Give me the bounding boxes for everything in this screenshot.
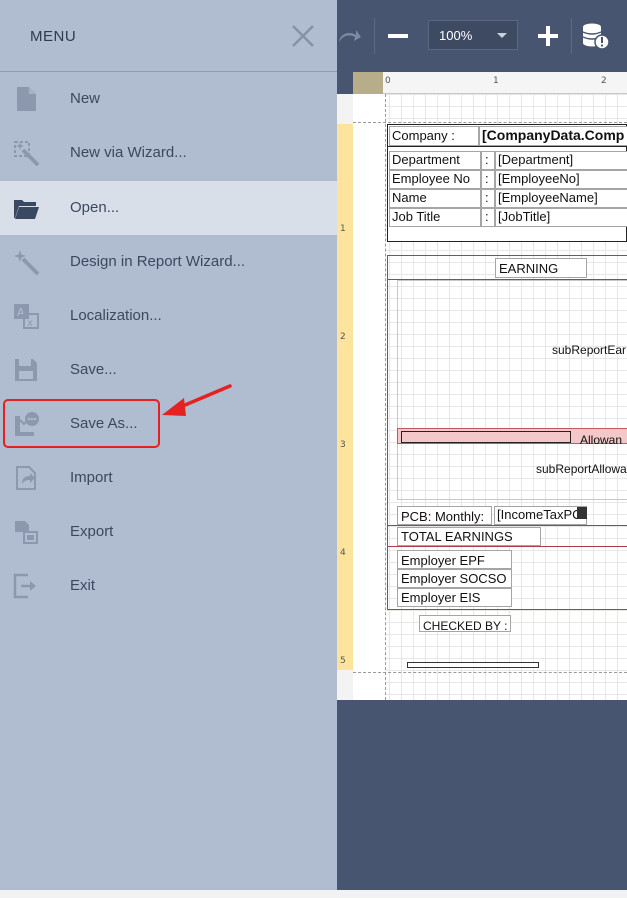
colon: :	[485, 190, 489, 205]
minus-icon	[388, 34, 408, 38]
close-icon	[292, 25, 314, 47]
menu-item-label: Exit	[70, 577, 96, 594]
menu-item-import[interactable]: Import	[0, 451, 337, 505]
name-value: [EmployeeName]	[498, 190, 598, 205]
band-divider	[387, 525, 627, 526]
job-title-value: [JobTitle]	[498, 209, 551, 224]
plus-icon	[538, 26, 558, 46]
localization-icon: A x	[14, 304, 39, 329]
company-label: Company :	[392, 128, 455, 143]
subreport-allowance: subReportAllowa	[536, 462, 627, 476]
employee-no-label: Employee No	[392, 171, 471, 186]
menu-item-label: New	[70, 90, 101, 107]
band-divider	[387, 546, 627, 547]
chevron-down-icon	[497, 33, 507, 38]
checked-by: CHECKED BY :	[423, 619, 508, 633]
zoom-out-button[interactable]	[382, 20, 414, 52]
menu-item-label: Import	[70, 469, 113, 486]
redo-icon	[339, 30, 361, 42]
allowance-header-cell[interactable]	[401, 431, 571, 443]
ruler-mark: 1	[493, 76, 499, 86]
toolbar-separator	[571, 18, 572, 54]
earning-title: EARNING	[499, 261, 559, 276]
menu-item-exit[interactable]: Exit	[0, 559, 337, 613]
colon: :	[485, 209, 489, 224]
menu-item-label: Localization...	[70, 307, 162, 324]
toolbar-separator	[374, 18, 375, 54]
zoom-value: 100%	[439, 28, 473, 43]
menu-item-new-via-wizard[interactable]: New via Wizard...	[0, 126, 337, 180]
field-tag-icon	[577, 507, 587, 519]
signature-line[interactable]	[407, 662, 539, 668]
menu-item-export[interactable]: Export	[0, 505, 337, 559]
employer-socso: Employer SOCSO	[401, 571, 507, 586]
data-source-button[interactable]	[580, 20, 612, 52]
margin-guide	[353, 672, 627, 673]
ruler-mark: 2	[601, 76, 607, 86]
magic-wand-icon	[14, 250, 40, 276]
employer-epf: Employer EPF	[401, 553, 485, 568]
menu-item-label: New via Wizard...	[70, 144, 187, 161]
ruler-mark: 0	[385, 76, 391, 86]
department-value: [Department]	[498, 152, 574, 167]
menu-item-label: Save...	[70, 361, 117, 378]
bottom-edge	[0, 890, 627, 898]
ruler-mark: 3	[340, 440, 346, 450]
menu-item-label: Export	[70, 523, 114, 540]
horizontal-ruler: 0 1 2	[383, 72, 627, 94]
menu-item-localization[interactable]: A x Localization...	[0, 289, 337, 343]
margin-guide	[353, 122, 627, 123]
close-menu-button[interactable]	[290, 23, 316, 49]
colon: :	[485, 152, 489, 167]
menu-item-design-in-report-wizard[interactable]: Design in Report Wizard...	[0, 235, 337, 289]
zoom-select[interactable]: 100%	[428, 20, 518, 50]
menu-item-new[interactable]: New	[0, 72, 337, 126]
total-earnings: TOTAL EARNINGS	[401, 529, 513, 544]
red-arrow-icon	[162, 384, 232, 416]
exit-icon	[13, 573, 36, 599]
zoom-in-button[interactable]	[532, 20, 564, 52]
ruler-mark: 5	[340, 656, 346, 666]
vertical-ruler-content-area	[337, 124, 353, 670]
save-icon	[15, 359, 37, 381]
employer-eis: Employer EIS	[401, 590, 481, 605]
export-icon	[15, 521, 38, 544]
designer-toolbar: 100%	[337, 0, 627, 72]
menu-item-label: Design in Report Wizard...	[70, 253, 246, 270]
department-label: Department	[392, 152, 460, 167]
ruler-mark: 1	[340, 224, 346, 234]
name-label: Name	[392, 190, 427, 205]
redo-button[interactable]	[337, 20, 365, 52]
allowance-header: Allowan	[580, 433, 623, 447]
ruler-mark: 4	[340, 548, 346, 558]
save-as-highlight-box	[3, 399, 160, 448]
wizard-icon	[14, 141, 40, 167]
ruler-mark: 2	[340, 332, 346, 342]
menu-title: MENU	[30, 28, 77, 45]
report-designer-area: 100% 0 1 2 1 2 3 4 5 Company: [CompanyD…	[337, 0, 627, 890]
menu-item-open[interactable]: Open...	[0, 181, 337, 235]
company-value: [CompanyData.Comp	[482, 127, 625, 143]
job-title-label: Job Title	[392, 209, 441, 224]
database-warning-icon	[582, 23, 610, 50]
employee-no-value: [EmployeeNo]	[498, 171, 580, 186]
page-left-margin	[353, 94, 386, 700]
svg-text:x: x	[27, 318, 33, 329]
menu-header: MENU	[0, 0, 337, 72]
pcb-value: [IncomeTaxPC	[497, 507, 582, 522]
colon: :	[485, 171, 489, 186]
new-file-icon	[17, 87, 36, 111]
subreport-earning: subReportEar	[552, 343, 627, 357]
divider	[387, 146, 627, 147]
import-icon	[16, 466, 36, 490]
folder-open-icon	[14, 200, 39, 219]
margin-guide	[385, 94, 386, 700]
menu-item-label: Open...	[70, 199, 120, 216]
pcb-label: PCB: Monthly:	[401, 509, 485, 524]
ruler-corner	[353, 72, 383, 94]
